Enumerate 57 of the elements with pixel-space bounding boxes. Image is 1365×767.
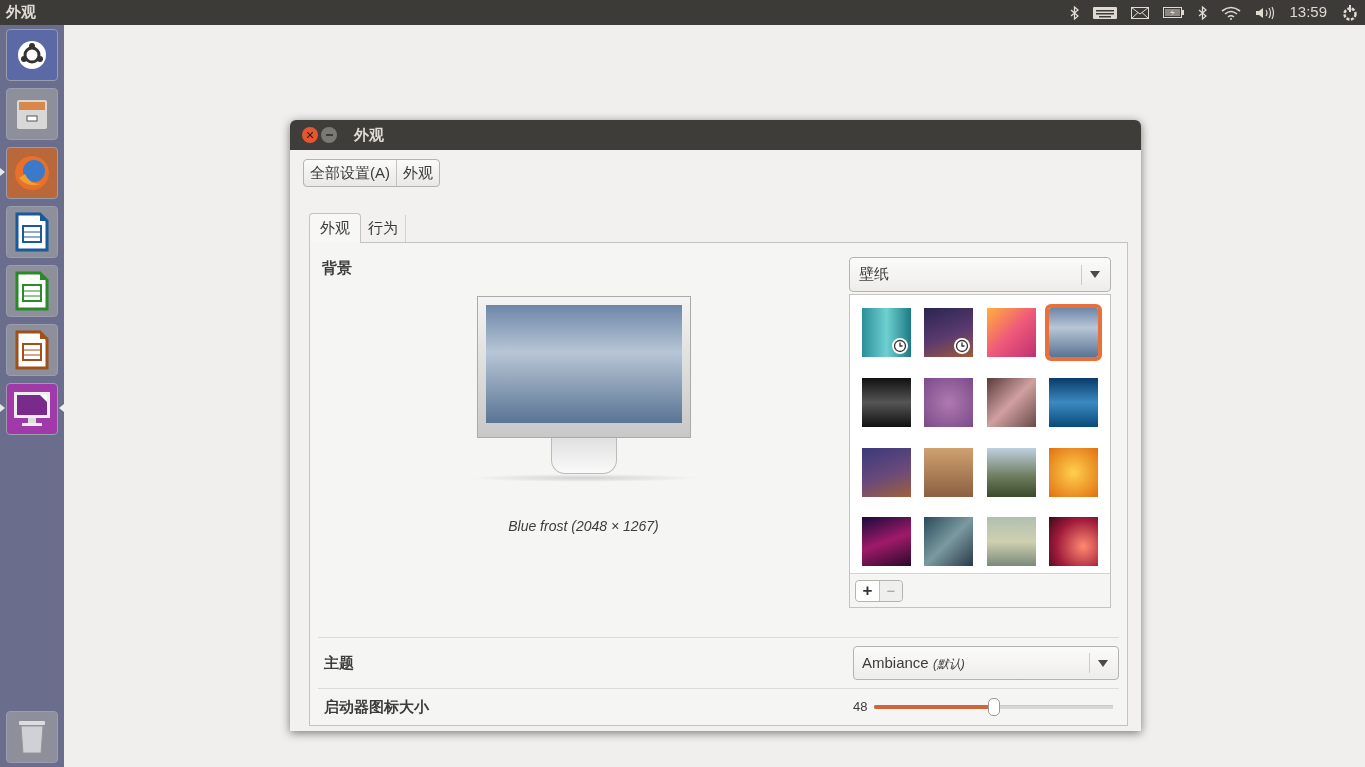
envelope-icon[interactable]: [1131, 6, 1150, 19]
slider-value: 48: [853, 698, 868, 717]
app-title: 外观: [6, 2, 36, 23]
wallpaper-thumbnail[interactable]: [986, 377, 1036, 427]
wallpaper-thumbnail[interactable]: [986, 447, 1036, 497]
wallpaper-thumbnail[interactable]: [862, 517, 911, 567]
wallpaper-thumbnail[interactable]: [924, 377, 974, 427]
clock-icon: [891, 337, 909, 355]
document-icon: [14, 212, 50, 252]
dropdown-arrow-icon: [1090, 271, 1100, 278]
source-dropdown[interactable]: 壁纸: [849, 257, 1111, 292]
launcher-item[interactable]: [6, 29, 58, 81]
section-label: 背景: [322, 258, 353, 278]
wallpaper-thumbnail[interactable]: [924, 517, 974, 567]
dropdown-arrow-icon: [1098, 659, 1108, 667]
add-button[interactable]: +: [856, 580, 879, 601]
trash-icon: [17, 719, 47, 755]
document-icon: [14, 330, 50, 370]
slider-thumb[interactable]: [987, 698, 1000, 716]
wifi-icon[interactable]: [1221, 5, 1242, 20]
monitor-icon: [12, 390, 52, 428]
clock-icon: [953, 337, 972, 355]
window-title: 外观: [354, 124, 384, 145]
document-icon: [14, 271, 50, 311]
minimize-button[interactable]: [321, 127, 337, 143]
wallpaper-thumbnail[interactable]: [924, 308, 974, 357]
minimize-icon: [325, 134, 333, 136]
wallpaper-thumbnail[interactable]: [986, 308, 1036, 357]
breadcrumb-button[interactable]: 全部设置(A): [304, 160, 396, 186]
power-gear-icon[interactable]: [1341, 3, 1359, 22]
bluetooth-icon[interactable]: [1070, 5, 1080, 20]
close-icon: [307, 132, 313, 138]
wallpaper-thumbnail[interactable]: [986, 517, 1036, 567]
wallpaper-thumbnail[interactable]: [862, 377, 911, 427]
theme-label: 主题: [324, 652, 354, 673]
wallpaper-caption: Blue frost (2048 × 1267): [508, 516, 659, 536]
wallpaper-thumbnail[interactable]: [924, 447, 974, 497]
icon-size-label: 启动器图标大小: [324, 696, 429, 717]
globe-icon: [13, 154, 51, 192]
wallpaper-thumbnail[interactable]: [1048, 517, 1098, 567]
launcher-item[interactable]: [6, 383, 58, 435]
wallpaper-thumbnail[interactable]: [1048, 447, 1098, 497]
launcher-item[interactable]: [6, 324, 58, 376]
bluetooth-icon[interactable]: [1198, 5, 1208, 20]
wallpaper-thumbnail[interactable]: [862, 447, 911, 497]
theme-dropdown[interactable]: Ambiance (默认): [853, 646, 1119, 680]
close-button[interactable]: [302, 127, 318, 143]
tab[interactable]: 外观: [309, 213, 361, 243]
launcher-item[interactable]: [6, 206, 58, 258]
circle-of-friends-icon: [17, 40, 47, 70]
speaker-icon[interactable]: [1255, 5, 1276, 20]
battery-icon[interactable]: [1163, 7, 1185, 18]
clock[interactable]: 13:59: [1289, 1, 1327, 24]
wallpaper-thumbnail[interactable]: [862, 308, 911, 357]
keyboard-icon[interactable]: [1093, 6, 1118, 19]
wallpaper-thumbnail[interactable]: [1048, 377, 1098, 427]
breadcrumb-button[interactable]: 外观: [396, 160, 439, 186]
